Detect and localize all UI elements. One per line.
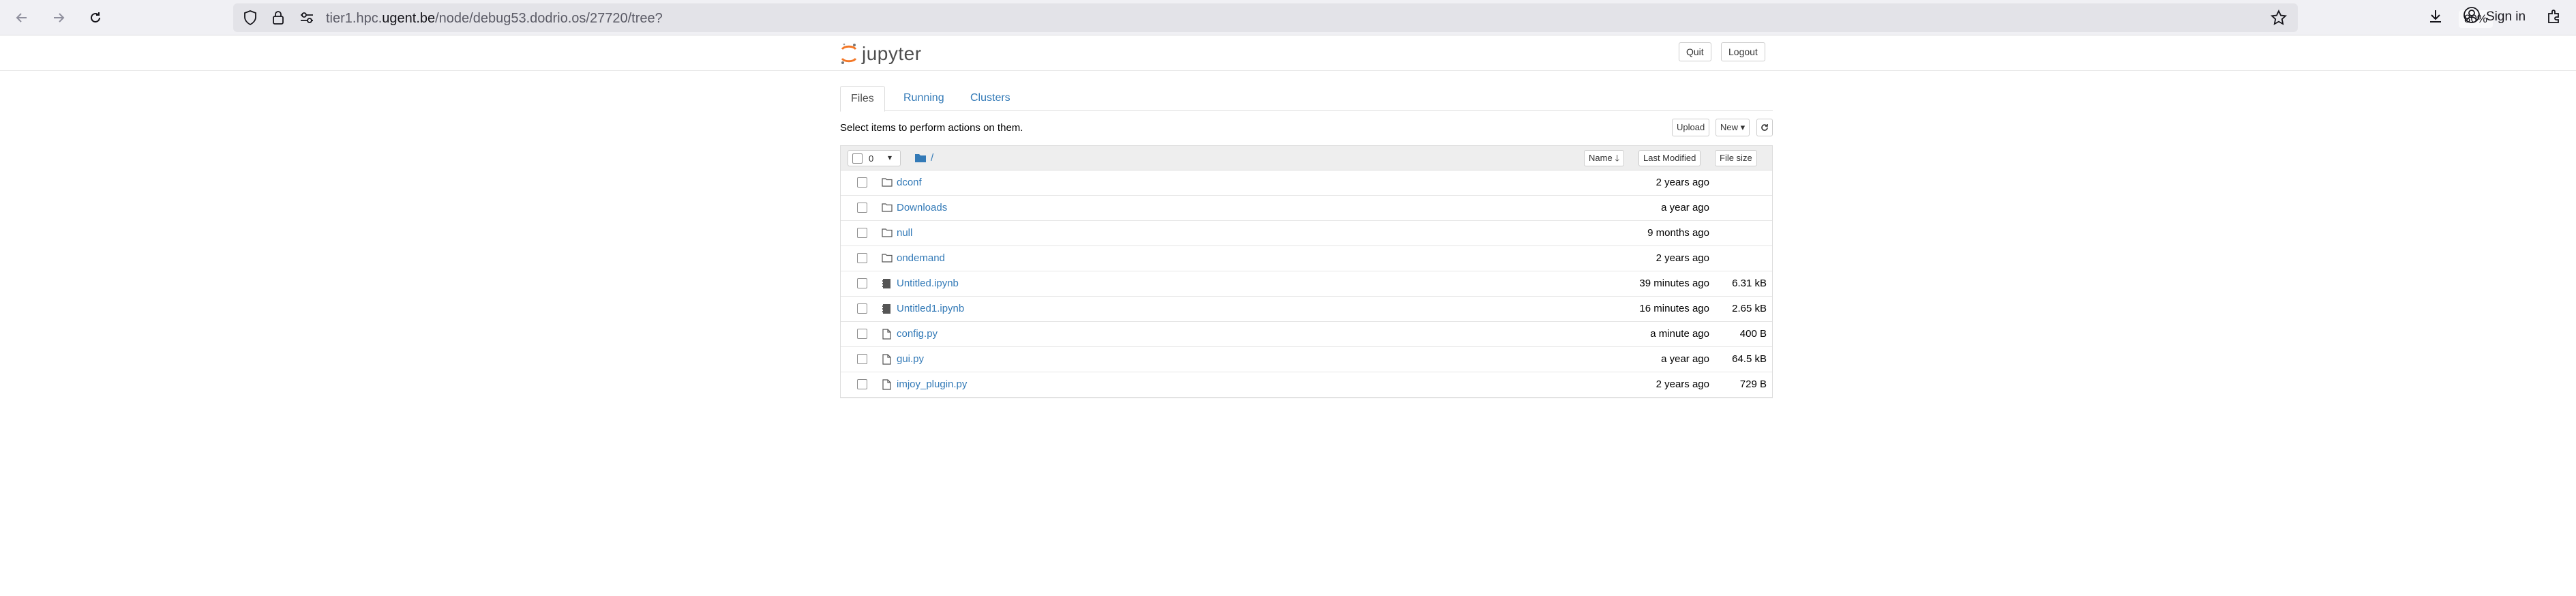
forward-icon[interactable]: [48, 7, 70, 29]
list-item[interactable]: dconf 2 years ago: [841, 170, 1772, 196]
item-file-size: 6.31 kB: [1732, 278, 1767, 289]
item-checkbox[interactable]: [857, 303, 867, 314]
item-name-link[interactable]: gui.py: [897, 353, 924, 365]
item-name-link[interactable]: ondemand: [897, 252, 945, 264]
item-checkbox[interactable]: [857, 203, 867, 213]
notebook-icon: [882, 303, 893, 314]
tab-running[interactable]: Running: [893, 86, 955, 111]
item-last-modified: 2 years ago: [1656, 177, 1709, 188]
item-last-modified: a minute ago: [1650, 328, 1709, 340]
item-file-size: 64.5 kB: [1732, 353, 1767, 365]
tab-files[interactable]: Files: [840, 86, 885, 112]
item-name-link[interactable]: Untitled.ipynb: [897, 278, 959, 289]
caret-down-icon: ▾: [1740, 122, 1746, 132]
select-all-group[interactable]: 0 ▾: [848, 150, 901, 166]
new-label: New: [1720, 122, 1739, 132]
shield-icon[interactable]: [243, 10, 258, 29]
item-checkbox[interactable]: [857, 228, 867, 238]
jupyter-logo-icon: [841, 43, 857, 64]
browser-toolbar: tier1.hpc.ugent.be/node/debug53.dodrio.o…: [0, 0, 2576, 35]
sort-name-label: Name: [1589, 153, 1613, 163]
breadcrumb-root[interactable]: /: [931, 152, 933, 164]
lock-icon[interactable]: [271, 10, 285, 29]
tab-clusters[interactable]: Clusters: [960, 86, 1021, 111]
item-checkbox[interactable]: [857, 354, 867, 364]
jupyter-header: jupyter: [0, 36, 2576, 71]
item-last-modified: 2 years ago: [1656, 378, 1709, 390]
downloads-icon[interactable]: [2427, 8, 2444, 28]
list-item[interactable]: config.py a minute ago 400 B: [841, 322, 1772, 347]
logo-text: jupyter: [862, 43, 922, 64]
caret-down-icon[interactable]: ▾: [888, 153, 892, 162]
sort-by-modified-button[interactable]: Last Modified: [1638, 150, 1701, 166]
notebook-icon: [882, 278, 893, 289]
item-file-size: 2.65 kB: [1732, 303, 1767, 314]
select-all-checkbox[interactable]: [852, 153, 863, 164]
folder-icon: [882, 253, 893, 264]
list-item[interactable]: Untitled1.ipynb 16 minutes ago 2.65 kB: [841, 297, 1772, 322]
list-header: 0 ▾ / Name 🡓 Last Modified File size: [841, 146, 1772, 170]
logout-button[interactable]: Logout: [1721, 42, 1765, 61]
breadcrumb[interactable]: /: [914, 152, 933, 164]
list-item[interactable]: Untitled.ipynb 39 minutes ago 6.31 kB: [841, 271, 1772, 297]
list-item[interactable]: null 9 months ago: [841, 221, 1772, 246]
file-icon: [882, 379, 893, 390]
folder-icon: [882, 203, 893, 213]
address-bar[interactable]: tier1.hpc.ugent.be/node/debug53.dodrio.o…: [233, 3, 2493, 32]
list-item[interactable]: gui.py a year ago 64.5 kB: [841, 347, 1772, 372]
url-text[interactable]: tier1.hpc.ugent.be/node/debug53.dodrio.o…: [326, 11, 663, 27]
file-icon: [882, 329, 893, 340]
sign-in-label: Sign in: [2486, 10, 2526, 24]
item-checkbox[interactable]: [857, 278, 867, 288]
item-name-link[interactable]: dconf: [897, 177, 922, 188]
folder-icon: [882, 177, 893, 188]
selection-instruction: Select items to perform actions on them.: [840, 122, 1023, 134]
sort-by-name-button[interactable]: Name 🡓: [1584, 150, 1625, 166]
item-last-modified: 9 months ago: [1647, 227, 1709, 239]
quit-button[interactable]: Quit: [1679, 42, 1711, 61]
reload-icon[interactable]: [85, 7, 106, 29]
back-icon[interactable]: [11, 7, 33, 29]
selected-count: 0: [869, 153, 874, 164]
item-checkbox[interactable]: [857, 379, 867, 389]
extensions-icon[interactable]: [2546, 8, 2562, 28]
item-checkbox[interactable]: [857, 253, 867, 263]
item-name-link[interactable]: Untitled1.ipynb: [897, 303, 964, 314]
item-name-link[interactable]: config.py: [897, 328, 938, 340]
item-checkbox[interactable]: [857, 329, 867, 339]
bookmark-star-icon[interactable]: [2270, 9, 2288, 29]
item-name-link[interactable]: Downloads: [897, 202, 947, 213]
list-item[interactable]: Downloads a year ago: [841, 196, 1772, 221]
folder-open-icon: [915, 154, 926, 162]
new-dropdown-button[interactable]: New ▾: [1716, 119, 1750, 136]
item-last-modified: a year ago: [1661, 202, 1709, 213]
upload-button[interactable]: Upload: [1672, 119, 1710, 136]
item-last-modified: a year ago: [1661, 353, 1709, 365]
item-last-modified: 16 minutes ago: [1639, 303, 1709, 314]
list-item[interactable]: ondemand 2 years ago: [841, 246, 1772, 271]
account-icon: [2463, 6, 2481, 28]
site-permissions-icon[interactable]: [299, 10, 315, 29]
folder-icon: [882, 228, 893, 239]
sign-in-button[interactable]: Sign in: [2463, 7, 2526, 27]
jupyter-logo[interactable]: jupyter: [840, 41, 922, 67]
file-icon: [882, 354, 893, 365]
refresh-button[interactable]: [1756, 119, 1773, 136]
arrow-down-icon: 🡓: [1615, 153, 1620, 163]
tab-bar: Files Running Clusters: [840, 86, 1773, 112]
item-last-modified: 39 minutes ago: [1639, 278, 1709, 289]
item-file-size: 400 B: [1739, 328, 1767, 340]
file-list: 0 ▾ / Name 🡓 Last Modified File size dco…: [840, 145, 1773, 398]
item-name-link[interactable]: imjoy_plugin.py: [897, 378, 967, 390]
list-item[interactable]: imjoy_plugin.py 2 years ago 729 B: [841, 372, 1772, 398]
item-name-link[interactable]: null: [897, 227, 912, 239]
item-checkbox[interactable]: [857, 177, 867, 188]
sort-by-size-button[interactable]: File size: [1715, 150, 1757, 166]
item-last-modified: 2 years ago: [1656, 252, 1709, 264]
refresh-icon: [1761, 124, 1768, 131]
item-file-size: 729 B: [1739, 378, 1767, 390]
